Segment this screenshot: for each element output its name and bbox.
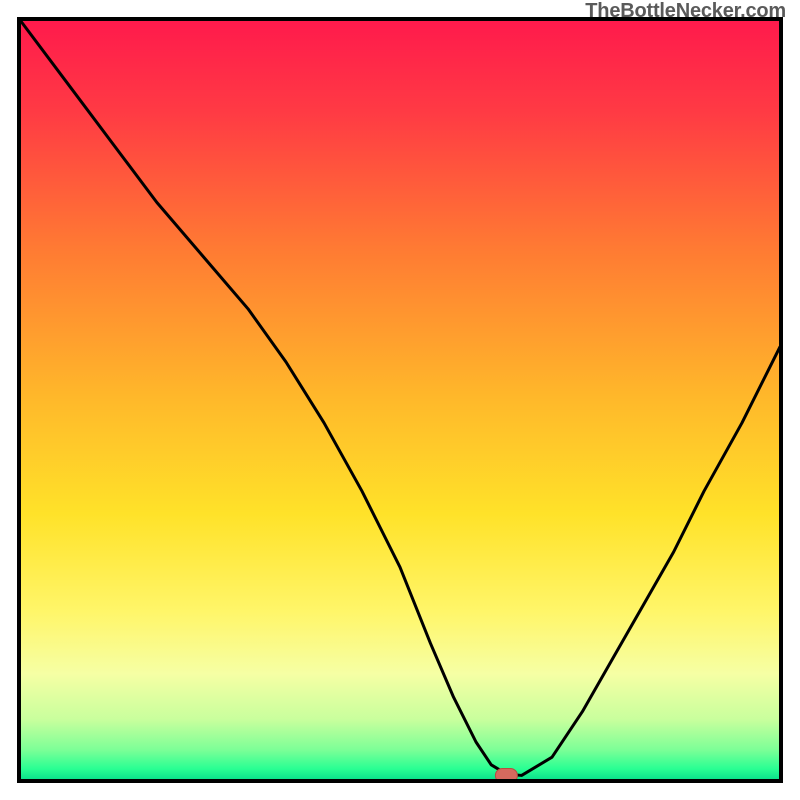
plot-area [17, 17, 783, 783]
bottleneck-chart [17, 17, 783, 783]
chart-container: TheBottleNecker.com [0, 0, 800, 800]
gradient-background [20, 20, 780, 780]
